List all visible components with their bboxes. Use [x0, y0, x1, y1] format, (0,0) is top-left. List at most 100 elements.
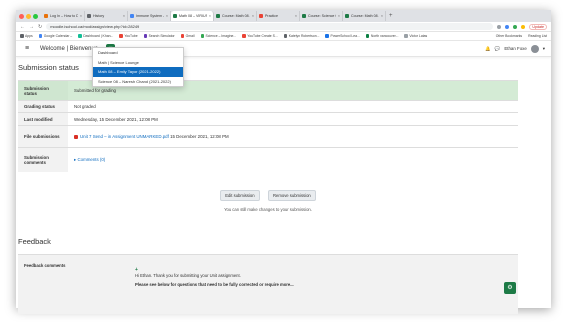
- bookmark-item[interactable]: YouTube: [119, 34, 138, 38]
- bookmark-item[interactable]: Google Calendar –: [38, 34, 72, 38]
- row-value: Wednesday, 15 December 2021, 12:08 PM: [68, 112, 518, 126]
- my-courses-dropdown: Dashboard Math | Science Lounge Math 08 – …: [92, 47, 184, 88]
- tab-favicon-icon: [44, 14, 48, 18]
- tab-favicon-icon: [216, 14, 220, 18]
- browser-tab[interactable]: Course: Math 08 – Emily×: [214, 11, 257, 21]
- bookmark-item[interactable]: Science – Imagine...: [200, 34, 237, 38]
- dropdown-item[interactable]: Dashboard: [93, 48, 183, 58]
- feedback-label: Feedback comments: [24, 262, 66, 268]
- bookmark-item[interactable]: YouTube Create S...: [242, 34, 278, 38]
- url-bar[interactable]: moodle.ischool.ca/mod/assign/view.php?id…: [46, 23, 494, 30]
- reading-list-link[interactable]: Reading List: [528, 34, 547, 38]
- row-value: ▸ Comments (0): [68, 147, 518, 172]
- close-tab-icon[interactable]: ×: [80, 14, 82, 18]
- edit-submission-button[interactable]: Edit submission: [220, 189, 260, 201]
- bookmark-item[interactable]: Dashboard | Khan...: [78, 34, 113, 38]
- feedback-text: + Hi Ethan. Thank you for submitting you…: [135, 267, 294, 291]
- extension-icon[interactable]: [513, 24, 518, 29]
- bookmark-icon: [38, 34, 43, 38]
- table-row: Grading status Not graded: [18, 100, 518, 113]
- bookmark-icon: [283, 34, 288, 38]
- close-tab-icon[interactable]: ×: [295, 14, 297, 18]
- site-name[interactable]: Welcome | Bienvenue: [40, 46, 98, 52]
- dropdown-item[interactable]: Math | Science Lounge: [93, 58, 183, 68]
- bookmark-icon: [242, 34, 246, 38]
- minimize-window-button[interactable]: [26, 13, 31, 19]
- url-text: moodle.ischool.ca/mod/assign/view.php?id…: [50, 24, 140, 29]
- close-window-button[interactable]: [19, 13, 24, 19]
- bookmark-icon: [119, 34, 123, 38]
- bookmark-item[interactable]: Katelyn Robertson...: [283, 34, 320, 38]
- bookmark-icon: [78, 34, 82, 38]
- browser-tab[interactable]: Practice ×: [257, 11, 300, 21]
- dropdown-item[interactable]: Science 08 – Naresh Chand (2021-2022): [93, 77, 183, 87]
- browser-tab[interactable]: Course: Science 08 – Nar×: [300, 11, 343, 21]
- other-bookmarks-link[interactable]: Other Bookmarks: [496, 34, 522, 38]
- bookmark-item[interactable]: Victor Latas: [404, 34, 427, 38]
- bookmark-item[interactable]: Gmail: [180, 34, 195, 38]
- feedback-line: Please see below for questions that need…: [135, 281, 294, 287]
- bookmark-item[interactable]: PowerSchool Lea...: [325, 34, 360, 38]
- close-tab-icon[interactable]: ×: [338, 14, 340, 18]
- feedback-panel: Feedback comments + Hi Ethan. Thank you …: [18, 253, 518, 314]
- bookmark-label: Science – Imagine...: [205, 34, 237, 38]
- extension-icon[interactable]: [505, 24, 510, 29]
- bookmark-icon: [180, 34, 185, 38]
- feedback-heading: Feedback: [18, 236, 51, 246]
- close-tab-icon[interactable]: ×: [123, 14, 125, 18]
- bookmark-label: Search Simulator: [148, 34, 175, 38]
- tab-label: Practice: [265, 14, 278, 18]
- bookmark-label: Katelyn Robertson...: [288, 34, 320, 38]
- tab-favicon-icon: [259, 14, 263, 18]
- browser-tab[interactable]: Log In – How to Do Stuff –×: [42, 11, 85, 21]
- reload-icon[interactable]: ↻: [38, 24, 42, 30]
- chevron-right-icon[interactable]: ▸: [74, 157, 76, 162]
- maximize-window-button[interactable]: [33, 13, 38, 19]
- browser-tab[interactable]: Immune System – Google×: [128, 11, 171, 21]
- close-tab-icon[interactable]: ×: [166, 14, 168, 18]
- browser-tab[interactable]: Course: Math 08 – Emily×: [343, 11, 386, 21]
- bookmark-item[interactable]: Apps: [20, 34, 33, 38]
- user-name[interactable]: Ethan Foxe: [504, 46, 526, 51]
- bookmark-icon: [325, 34, 329, 38]
- file-link[interactable]: Unit 7 Send – in Assignment UNMARKED.pdf: [80, 134, 169, 139]
- extension-icon[interactable]: [497, 24, 502, 29]
- submission-table: Submission status Submitted for grading …: [18, 80, 518, 172]
- bookmark-item[interactable]: Search Simulator: [143, 34, 175, 38]
- close-tab-icon[interactable]: ×: [252, 14, 254, 18]
- tab-label: History: [93, 14, 105, 18]
- bookmark-item[interactable]: North vancouver...: [365, 34, 398, 38]
- remove-submission-button[interactable]: Remove submission: [268, 189, 316, 201]
- comments-link[interactable]: Comments (0): [77, 157, 105, 162]
- bookmarks-right: Other Bookmarks Reading List: [496, 34, 547, 38]
- address-row: ← → ↻ moodle.ischool.ca/mod/assign/view.…: [16, 22, 551, 32]
- bookmark-label: PowerSchool Lea...: [330, 34, 360, 38]
- tab-favicon-icon: [87, 14, 91, 18]
- new-tab-icon[interactable]: +: [389, 13, 393, 19]
- extension-icon[interactable]: [521, 24, 526, 29]
- browser-tab[interactable]: Math 08 – VIRIUS IDA – Sub×: [171, 11, 214, 21]
- row-label: Grading status: [18, 100, 68, 113]
- close-tab-icon[interactable]: ×: [209, 14, 211, 18]
- avatar[interactable]: [530, 44, 539, 53]
- back-arrow-icon[interactable]: ←: [20, 24, 25, 30]
- message-drawer-icon[interactable]: ⚙: [504, 281, 516, 294]
- user-area: 🔔 💬 Ethan Foxe ▾: [485, 44, 545, 53]
- bookmark-icon: [404, 34, 408, 38]
- close-tab-icon[interactable]: ×: [381, 14, 383, 18]
- update-button[interactable]: Update: [529, 23, 547, 30]
- file-date: 15 December 2021, 12:08 PM: [170, 134, 229, 139]
- browser-tab[interactable]: History ×: [85, 11, 128, 21]
- main-content: Submission status Submission status Subm…: [18, 57, 518, 314]
- chat-icon[interactable]: 💬: [495, 46, 500, 52]
- chevron-down-icon[interactable]: ▾: [543, 46, 545, 52]
- tab-label: Course: Math 08 – Emily: [351, 14, 379, 18]
- bookmark-icon: [143, 34, 148, 38]
- dropdown-item[interactable]: Math 08 – Emily Tayor (2021-2022): [93, 67, 183, 77]
- bell-icon[interactable]: 🔔: [485, 46, 490, 52]
- bookmark-label: Gmail: [185, 34, 195, 38]
- hamburger-menu-icon[interactable]: ≡: [22, 45, 32, 52]
- forward-arrow-icon[interactable]: →: [29, 24, 34, 30]
- row-label: Submission status: [18, 80, 68, 101]
- row-label: File submissions: [18, 125, 68, 148]
